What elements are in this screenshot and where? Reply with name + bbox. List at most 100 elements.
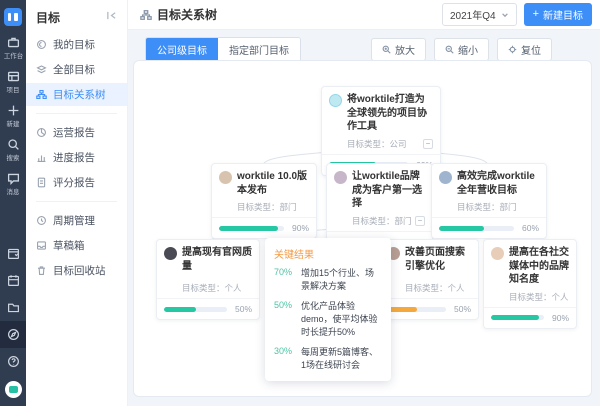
- my-goal-icon: [36, 39, 47, 50]
- progress-label: 90%: [549, 313, 569, 323]
- goal-title: 将worktile打造为全球领先的项目协作工具: [347, 93, 433, 134]
- goal-tree-icon: [140, 9, 152, 21]
- goal-scope-tabs: 公司级目标 指定部门目标: [145, 37, 301, 62]
- rail-item-search[interactable]: 搜索: [6, 138, 20, 163]
- sidebar-item-recycle-bin[interactable]: 目标回收站: [26, 259, 127, 282]
- goal-type: 目标类型：部门: [352, 215, 412, 227]
- rail-item-workbench[interactable]: 工作台: [3, 36, 24, 61]
- goal-tree-canvas[interactable]: 将worktile打造为全球领先的项目协作工具 目标类型：公司 − 60%: [133, 60, 592, 397]
- compass-icon[interactable]: [0, 321, 26, 348]
- progress-bar: [387, 307, 446, 312]
- rail-item-messages[interactable]: 消息: [6, 172, 20, 197]
- zoom-out-button[interactable]: 缩小: [434, 38, 489, 61]
- period-value: 2021年Q4: [450, 7, 496, 22]
- rail-item-label: 新建: [7, 119, 20, 128]
- rail-item-label: 消息: [7, 187, 20, 196]
- goal-tree-icon: [36, 89, 47, 100]
- tab-department-goals[interactable]: 指定部门目标: [218, 38, 300, 61]
- trash-icon: [36, 265, 47, 276]
- tree-toolbar: 公司级目标 指定部门目标 放大 缩小 复位: [145, 37, 552, 62]
- sidebar-item-label: 草稿箱: [53, 238, 85, 253]
- help-icon[interactable]: [0, 348, 26, 375]
- goal-title: 高效完成worktile 全年营收目标: [457, 170, 539, 197]
- rail-item-label: 项目: [7, 85, 20, 94]
- plus-icon: +: [533, 9, 539, 20]
- sidebar-item-label: 评分报告: [53, 175, 95, 190]
- cycle-icon: [36, 215, 47, 226]
- goal-card[interactable]: 提高在各社交媒体中的品牌知名度 目标类型：个人 90%: [483, 239, 577, 329]
- new-goal-label: 新建目标: [543, 7, 583, 22]
- period-select[interactable]: 2021年Q4: [442, 3, 517, 26]
- bar-chart-icon: [36, 152, 47, 163]
- goal-type: 目标类型：部门: [237, 201, 297, 213]
- reset-icon: [508, 45, 517, 54]
- goal-title: 让worktile品牌成为客户第一选择: [352, 170, 425, 211]
- avatar: [164, 247, 177, 260]
- key-result-text: 每周更新5篇博客、1场在线研讨会: [301, 346, 382, 372]
- key-result-item: 30% 每周更新5篇博客、1场在线研讨会: [274, 346, 382, 372]
- progress-bar: [439, 226, 514, 231]
- reset-view-button[interactable]: 复位: [497, 38, 552, 61]
- sidebar-item-score-report[interactable]: 评分报告: [26, 171, 127, 194]
- avatar: [491, 247, 504, 260]
- page-header: 目标关系树 2021年Q4 + 新建目标: [128, 0, 600, 30]
- sidebar-item-label: 全部目标: [53, 62, 95, 77]
- goal-title: worktile 10.0版本发布: [237, 170, 309, 197]
- sidebar-item-progress-report[interactable]: 进度报告: [26, 146, 127, 169]
- goal-card[interactable]: 提高现有官网质量 目标类型：个人 50%: [156, 239, 260, 320]
- sidebar-divider: [36, 201, 117, 202]
- goal-card[interactable]: worktile 10.0版本发布 目标类型：部门 90%: [211, 163, 317, 239]
- key-result-weight: 50%: [274, 300, 296, 339]
- goal-title: 提高现有官网质量: [182, 246, 252, 273]
- goal-title: 改善页面搜索引擎优化: [405, 246, 471, 273]
- sidebar-item-label: 周期管理: [53, 213, 95, 228]
- rail-item-label: 搜索: [7, 153, 20, 162]
- avatar: [219, 171, 232, 184]
- sidebar-item-goal-tree[interactable]: 目标关系树: [26, 83, 127, 106]
- zoom-in-button[interactable]: 放大: [371, 38, 426, 61]
- goal-card[interactable]: 高效完成worktile 全年营收目标 目标类型：部门 60%: [431, 163, 547, 239]
- sidebar-item-cycle-management[interactable]: 周期管理: [26, 209, 127, 232]
- sidebar-item-drafts[interactable]: 草稿箱: [26, 234, 127, 257]
- sidebar-item-label: 运营报告: [53, 125, 95, 140]
- goal-title: 提高在各社交媒体中的品牌知名度: [509, 246, 569, 287]
- progress-label: 60%: [519, 223, 539, 233]
- draft-box-icon: [36, 240, 47, 251]
- collapse-node-button[interactable]: −: [415, 216, 425, 226]
- zoom-in-icon: [382, 45, 391, 54]
- main-area: 目标关系树 2021年Q4 + 新建目标 公司级目标 指定部门目标: [128, 0, 600, 406]
- new-goal-button[interactable]: + 新建目标: [524, 3, 592, 26]
- avatar: [334, 171, 347, 184]
- sidebar-item-all-goals[interactable]: 全部目标: [26, 58, 127, 81]
- rail-bottom-group: [0, 240, 26, 406]
- goal-type: 目标类型：部门: [457, 201, 517, 213]
- folder-icon[interactable]: [0, 294, 26, 321]
- collapse-sidebar-icon[interactable]: [106, 8, 117, 26]
- goal-card[interactable]: 改善页面搜索引擎优化 目标类型：个人 50%: [379, 239, 479, 320]
- progress-label: 50%: [451, 304, 471, 314]
- schedule-icon[interactable]: [0, 240, 26, 267]
- chevron-down-icon: [501, 11, 509, 19]
- avatar: [439, 171, 452, 184]
- projects-icon: [7, 70, 20, 83]
- tab-company-goals[interactable]: 公司级目标: [146, 38, 218, 61]
- goal-type: 目标类型：个人: [405, 282, 465, 294]
- message-icon: [7, 172, 20, 185]
- page-title: 目标关系树: [157, 6, 217, 23]
- goals-sidebar: 目标 我的目标 全部目标 目标关系树 运营报告 进度报告 评分报告: [26, 0, 128, 406]
- calendar-icon[interactable]: [0, 267, 26, 294]
- popup-title: 关键结果: [274, 246, 382, 261]
- rail-item-create[interactable]: 新建: [6, 104, 20, 129]
- collapse-node-button[interactable]: −: [423, 139, 433, 149]
- goal-type: 目标类型：公司: [347, 138, 407, 150]
- sidebar-item-my-goals[interactable]: 我的目标: [26, 33, 127, 56]
- rail-item-projects[interactable]: 项目: [6, 70, 20, 95]
- document-icon: [36, 177, 47, 188]
- app-rail: 工作台 项目 新建 搜索 消息: [0, 0, 26, 406]
- sidebar-item-operation-report[interactable]: 运营报告: [26, 121, 127, 144]
- worktile-logo-icon[interactable]: [4, 8, 22, 26]
- goal-type: 目标类型：个人: [182, 282, 242, 294]
- key-results-popup: 关键结果 70% 增加15个行业、场景解决方案 50% 优化产品体验demo，使…: [265, 238, 391, 381]
- sidebar-divider: [36, 113, 117, 114]
- user-avatar[interactable]: [5, 381, 22, 398]
